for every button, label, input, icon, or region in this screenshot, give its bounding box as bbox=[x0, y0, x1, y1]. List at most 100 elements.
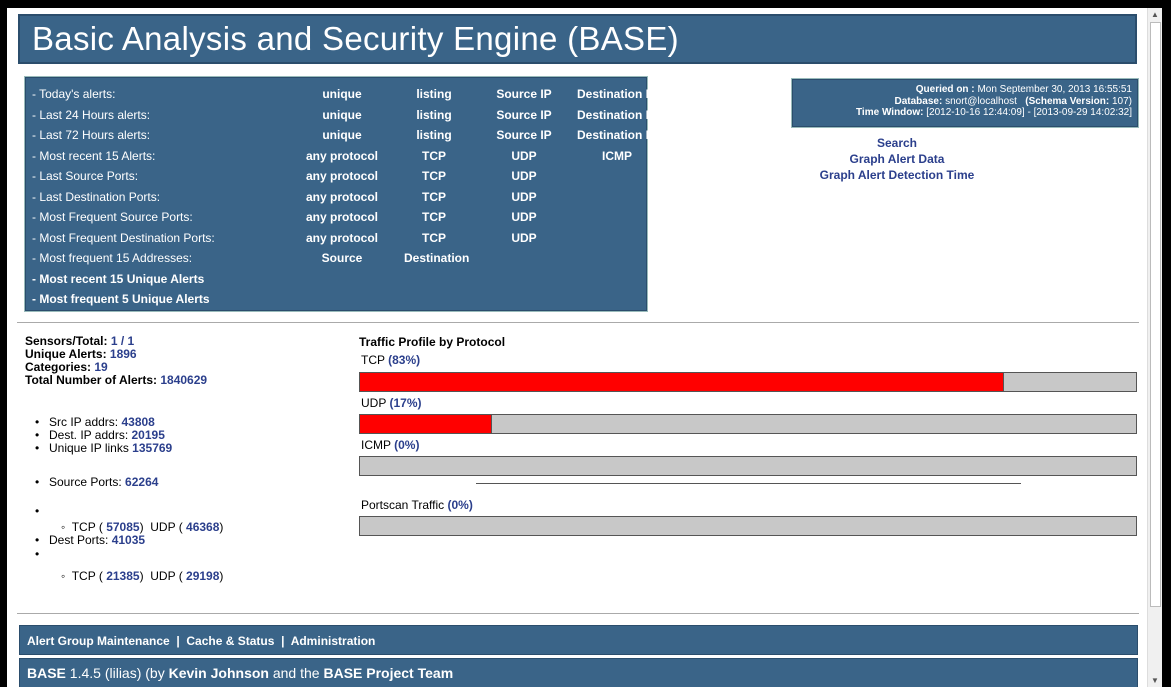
search-link[interactable]: Search bbox=[797, 135, 997, 151]
ip-links-label: Unique IP links bbox=[49, 441, 129, 455]
base-link[interactable]: BASE bbox=[27, 665, 66, 681]
src-udp-ports-link[interactable]: 46368 bbox=[186, 520, 219, 534]
version-text: 1.4.5 (lilias) (by bbox=[69, 665, 165, 681]
menu-link[interactable]: Destination bbox=[404, 248, 469, 268]
database-label: Database: bbox=[894, 95, 943, 107]
menu-link[interactable]: any protocol bbox=[297, 187, 387, 207]
divider bbox=[17, 613, 1139, 614]
dest-ports-label: Dest Ports: bbox=[49, 533, 109, 547]
menu-row-label: - Last Destination Ports: bbox=[32, 189, 161, 204]
menu-link[interactable]: listing bbox=[404, 84, 464, 104]
traffic-divider bbox=[476, 483, 1021, 484]
tcp-pct-link[interactable]: (83%) bbox=[388, 353, 420, 367]
categories-label: Categories: bbox=[25, 360, 92, 374]
icmp-pct-link[interactable]: (0%) bbox=[394, 438, 419, 452]
menu-link[interactable]: any protocol bbox=[297, 207, 387, 227]
alert-menu-panel: - Today's alerts: unique listing Source IP D… bbox=[24, 76, 657, 312]
unique-alerts-link[interactable]: 1896 bbox=[110, 347, 137, 361]
source-ports-link[interactable]: 62264 bbox=[125, 475, 158, 489]
menu-link[interactable]: UDP bbox=[494, 207, 554, 227]
menu-link[interactable]: TCP bbox=[404, 166, 464, 186]
menu-link[interactable]: Source bbox=[297, 248, 387, 268]
menu-link[interactable]: unique bbox=[297, 105, 387, 125]
dst-ip-link[interactable]: 20195 bbox=[132, 428, 165, 442]
graph-alert-data-link[interactable]: Graph Alert Data bbox=[797, 151, 997, 167]
menu-link[interactable]: any protocol bbox=[297, 228, 387, 248]
src-tcp-ports-link[interactable]: 57085 bbox=[106, 520, 139, 534]
menu-link[interactable]: Destination IP bbox=[572, 105, 662, 125]
bullet-empty: • bbox=[35, 504, 40, 518]
tcp-bar-fill bbox=[360, 373, 1005, 391]
project-team-link[interactable]: BASE Project Team bbox=[323, 665, 453, 681]
udp-protocol-label: UDP (17%) bbox=[361, 396, 421, 410]
menu-link[interactable]: UDP bbox=[494, 146, 554, 166]
menu-link[interactable]: TCP bbox=[404, 187, 464, 207]
source-ports-item: • Source Ports: 62264 bbox=[35, 475, 159, 489]
administration-link[interactable]: Administration bbox=[291, 634, 376, 648]
menu-link[interactable]: any protocol bbox=[297, 146, 387, 166]
udp-label: UDP ( bbox=[150, 520, 183, 534]
graph-alert-detection-time-link[interactable]: Graph Alert Detection Time bbox=[797, 167, 997, 183]
circle-bullet-icon: ◦ bbox=[61, 569, 66, 583]
alert-stats: Sensors/Total: 1 / 1 Unique Alerts: 1896… bbox=[25, 335, 207, 387]
menu-link[interactable]: Source IP bbox=[494, 105, 554, 125]
menu-link[interactable]: TCP bbox=[404, 228, 464, 248]
menu-link[interactable]: Source IP bbox=[494, 84, 554, 104]
menu-row-label: - Today's alerts: bbox=[32, 87, 116, 101]
menu-link[interactable]: UDP bbox=[494, 228, 554, 248]
menu-row: - Most Frequent Source Ports: any protoco… bbox=[32, 207, 646, 228]
alert-group-maintenance-link[interactable]: Alert Group Maintenance bbox=[27, 634, 170, 648]
menu-row-label: - Last Source Ports: bbox=[32, 169, 139, 183]
sensors-link[interactable]: 1 / 1 bbox=[111, 334, 134, 348]
portscan-name: Portscan Traffic bbox=[361, 498, 445, 512]
src-ip-link[interactable]: 43808 bbox=[121, 415, 154, 429]
dest-ports-item: • Dest Ports: 41035 bbox=[35, 533, 146, 547]
menu-row-label: - Last 24 Hours alerts: bbox=[32, 107, 151, 122]
menu-row-label: - Most frequent 15 Addresses: bbox=[32, 251, 193, 265]
sensors-label: Sensors/Total: bbox=[25, 334, 108, 348]
scroll-up-icon[interactable]: ▲ bbox=[1151, 10, 1159, 19]
icmp-traffic-bar bbox=[359, 456, 1137, 476]
portscan-protocol-label: Portscan Traffic (0%) bbox=[361, 498, 473, 512]
menu-link[interactable]: ICMP bbox=[572, 146, 662, 166]
menu-link[interactable]: unique bbox=[297, 84, 387, 104]
dst-udp-ports-link[interactable]: 29198 bbox=[186, 569, 219, 583]
author-link[interactable]: Kevin Johnson bbox=[169, 665, 269, 681]
menu-link[interactable]: UDP bbox=[494, 166, 554, 186]
menu-row: - Most frequent 15 Addresses: Source Desti… bbox=[32, 248, 646, 269]
menu-row-label[interactable]: - Most frequent 5 Unique Alerts bbox=[32, 289, 210, 309]
menu-link[interactable]: TCP bbox=[404, 207, 464, 227]
portscan-pct-link[interactable]: (0%) bbox=[448, 498, 473, 512]
menu-link[interactable]: any protocol bbox=[297, 166, 387, 186]
queried-value: Mon September 30, 2013 16:55:51 bbox=[977, 84, 1132, 95]
dst-ip-label: Dest. IP addrs: bbox=[49, 428, 129, 442]
menu-link[interactable]: Source IP bbox=[494, 125, 554, 145]
scroll-down-icon[interactable]: ▼ bbox=[1151, 676, 1159, 685]
menu-row-label: - Most Frequent Destination Ports: bbox=[32, 230, 215, 245]
menu-link[interactable]: Destination IP bbox=[572, 125, 662, 145]
icmp-protocol-label: ICMP (0%) bbox=[361, 438, 419, 452]
dest-ports-link[interactable]: 41035 bbox=[112, 533, 145, 547]
udp-traffic-bar bbox=[359, 414, 1137, 434]
traffic-profile-title: Traffic Profile by Protocol bbox=[359, 335, 506, 349]
menu-link[interactable]: listing bbox=[404, 125, 464, 145]
menu-row-label[interactable]: - Most recent 15 Unique Alerts bbox=[32, 269, 204, 289]
categories-link[interactable]: 19 bbox=[94, 360, 107, 374]
dst-tcp-ports-link[interactable]: 21385 bbox=[106, 569, 139, 583]
database-value: snort@localhost bbox=[945, 95, 1017, 107]
menu-link[interactable]: TCP bbox=[404, 146, 464, 166]
udp-pct-link[interactable]: (17%) bbox=[389, 396, 421, 410]
src-ip-label: Src IP addrs: bbox=[49, 415, 119, 429]
ip-links-link[interactable]: 135769 bbox=[132, 441, 172, 455]
menu-link[interactable]: UDP bbox=[494, 187, 554, 207]
tcp-label: TCP ( bbox=[71, 520, 103, 534]
menu-link[interactable]: listing bbox=[404, 105, 464, 125]
udp-label: UDP ( bbox=[150, 569, 183, 583]
menu-link[interactable]: unique bbox=[297, 125, 387, 145]
cache-status-link[interactable]: Cache & Status bbox=[186, 634, 274, 648]
menu-link[interactable]: Destination IP bbox=[572, 84, 662, 104]
scrollbar-thumb[interactable] bbox=[1150, 22, 1161, 607]
vertical-scrollbar[interactable]: ▲ ▼ bbox=[1147, 8, 1162, 687]
total-alerts-link[interactable]: 1840629 bbox=[160, 373, 207, 387]
icmp-name: ICMP bbox=[361, 438, 391, 452]
